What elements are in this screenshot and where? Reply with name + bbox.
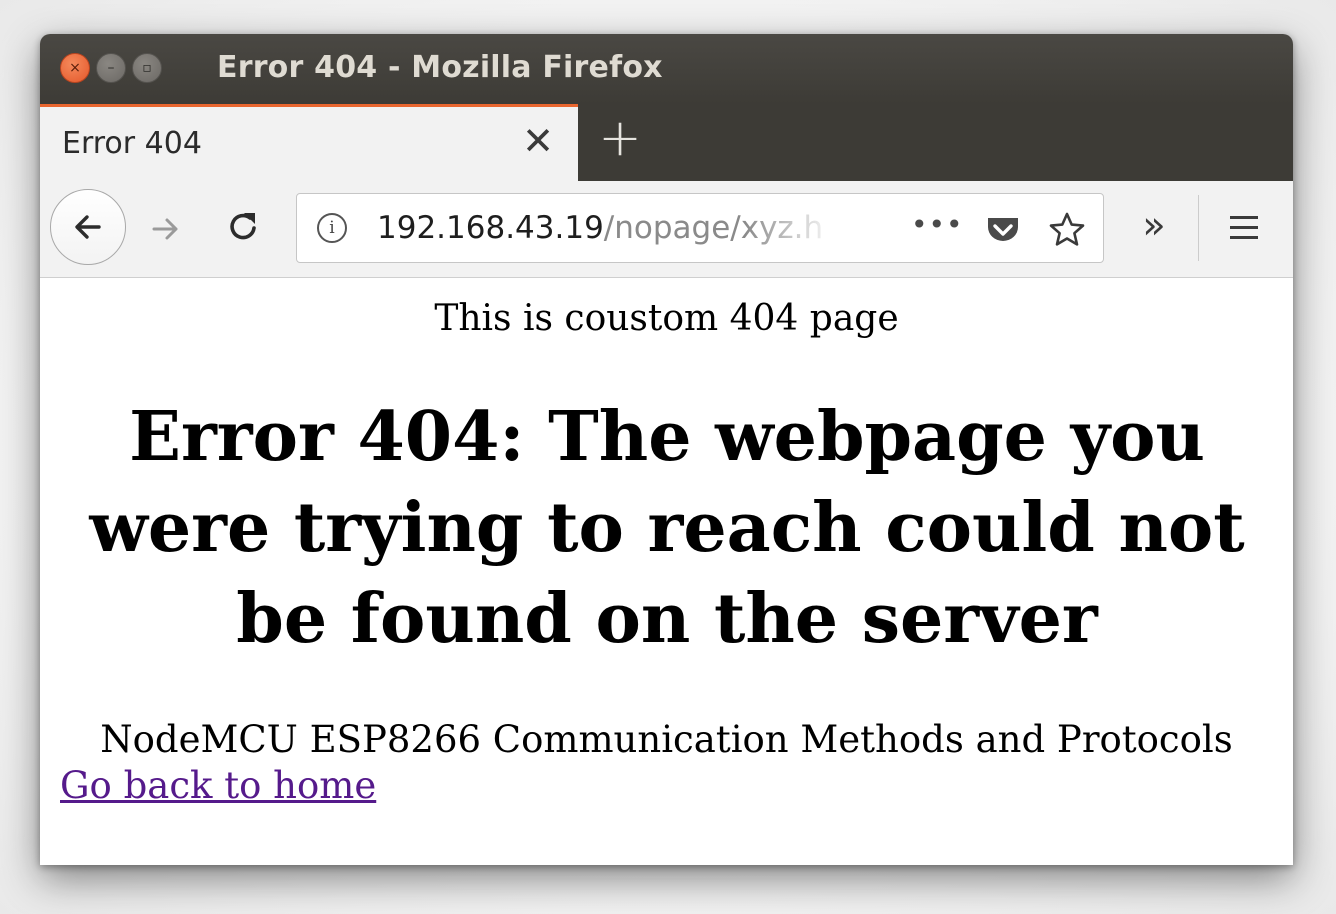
footer-text: NodeMCU ESP8266 Communication Methods an…: [100, 718, 1233, 761]
window-controls: × – ▫: [60, 53, 162, 83]
overflow-menu-button[interactable]: »: [1132, 203, 1176, 249]
window-close-button[interactable]: ×: [60, 53, 90, 83]
pocket-icon[interactable]: [983, 212, 1023, 248]
minimize-icon: –: [107, 60, 115, 76]
window-title: Error 404 - Mozilla Firefox: [217, 50, 663, 85]
url-text[interactable]: 192.168.43.19/nopage/xyz.h: [377, 210, 837, 246]
page-content: This is coustom 404 page Error 404: The …: [40, 278, 1293, 865]
star-icon-graphic: [1049, 212, 1085, 246]
star-icon[interactable]: [1047, 210, 1087, 250]
custom-page-text: This is coustom 404 page: [434, 298, 899, 339]
go-home-link[interactable]: Go back to home: [60, 764, 376, 807]
forward-button[interactable]: [144, 207, 188, 251]
page-actions-icon[interactable]: •••: [911, 210, 963, 246]
window-maximize-button[interactable]: ▫: [132, 53, 162, 83]
arrow-right-icon: [152, 218, 178, 240]
hamburger-menu-icon[interactable]: [1224, 205, 1264, 249]
new-tab-button[interactable]: +: [596, 112, 644, 164]
menu-line: [1230, 226, 1258, 229]
toolbar-separator: [1198, 195, 1199, 261]
close-icon: ×: [69, 60, 81, 76]
title-bar[interactable]: × – ▫ Error 404 - Mozilla Firefox: [40, 34, 1293, 104]
maximize-icon: ▫: [142, 60, 152, 76]
tab-label: Error 404: [62, 126, 202, 161]
tab-close-icon[interactable]: ✕: [520, 121, 556, 161]
tab-error-404[interactable]: Error 404 ✕: [40, 104, 578, 181]
window-minimize-button[interactable]: –: [96, 53, 126, 83]
reload-icon: [230, 213, 256, 240]
url-host: 192.168.43.19: [377, 210, 604, 246]
site-info-icon[interactable]: i: [317, 213, 347, 243]
browser-window: × – ▫ Error 404 - Mozilla Firefox Error …: [40, 34, 1293, 865]
reload-button[interactable]: [222, 205, 266, 249]
arrow-left-icon: [75, 215, 101, 239]
url-bar[interactable]: i 192.168.43.19/nopage/xyz.h •••: [296, 193, 1104, 263]
menu-line: [1230, 216, 1258, 219]
url-path: /nopage/xyz.h: [603, 210, 824, 246]
pocket-icon-graphic: [988, 218, 1018, 241]
error-heading: Error 404: The webpage you were trying t…: [89, 397, 1245, 659]
back-button[interactable]: [50, 189, 126, 265]
navigation-toolbar: i 192.168.43.19/nopage/xyz.h ••• »: [40, 181, 1293, 278]
tab-strip: Error 404 ✕ +: [40, 104, 1293, 181]
menu-line: [1230, 236, 1258, 239]
